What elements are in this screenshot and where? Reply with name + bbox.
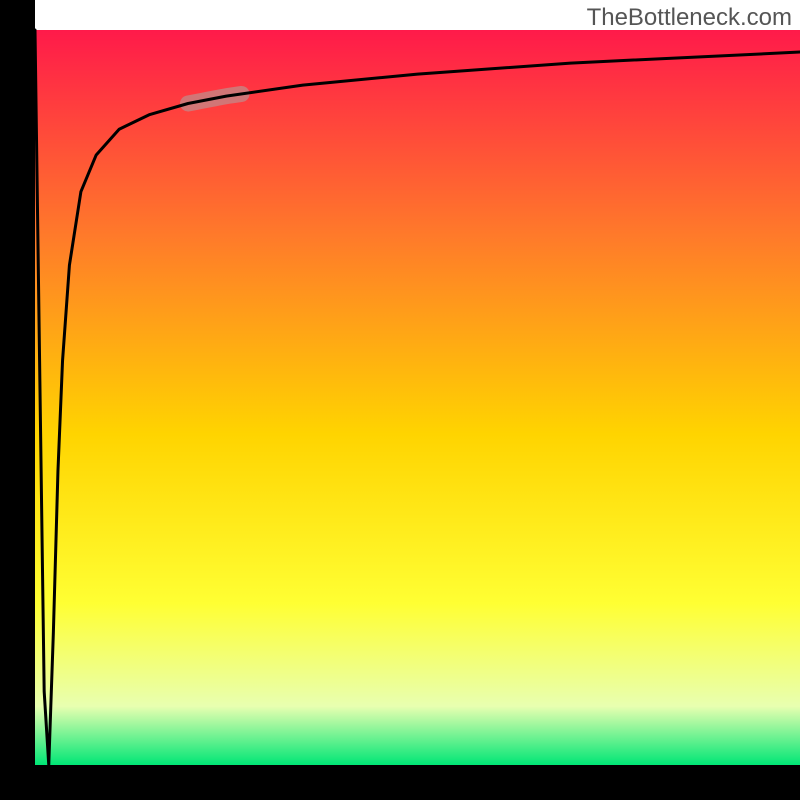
watermark-text: TheBottleneck.com: [587, 4, 792, 32]
plot-background: [35, 30, 800, 765]
chart-svg: [0, 0, 800, 800]
chart-container: TheBottleneck.com: [0, 0, 800, 800]
x-axis: [0, 765, 800, 800]
y-axis: [0, 0, 35, 800]
